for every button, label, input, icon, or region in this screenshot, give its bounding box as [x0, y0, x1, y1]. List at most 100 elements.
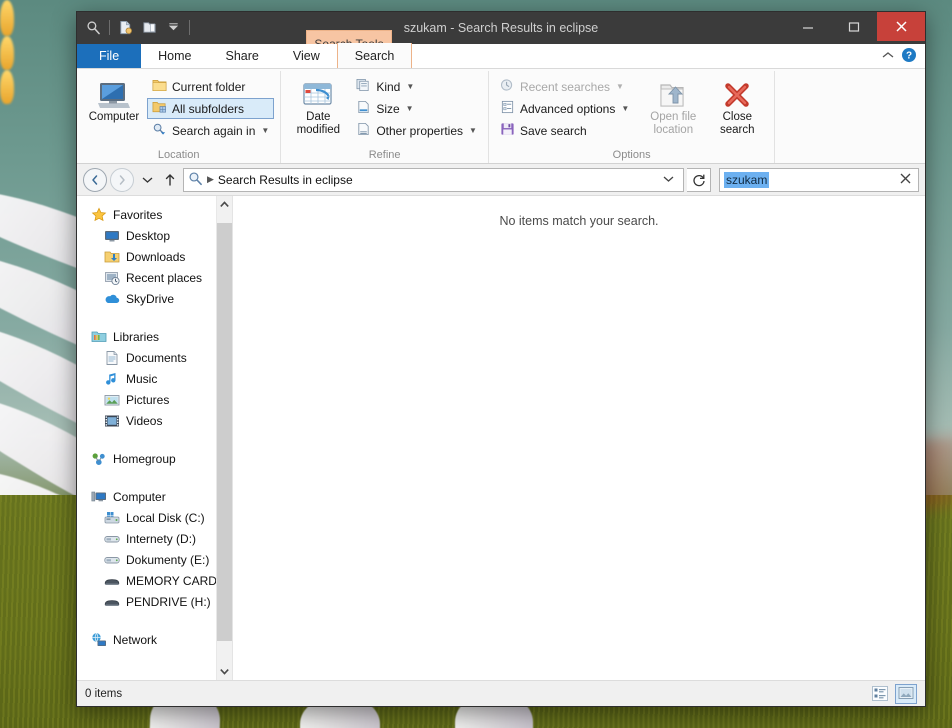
navigation-scrollbar[interactable] — [216, 196, 232, 680]
wallpaper-flame — [0, 36, 14, 70]
ribbon-group-refine: Date modified Kind ▼ Size ▼ Other proper… — [281, 71, 489, 163]
sidebar-item-pendrive-h[interactable]: PENDRIVE (H:) — [77, 591, 216, 612]
sidebar-item-desktop[interactable]: Desktop — [77, 225, 216, 246]
hdd-icon — [104, 552, 120, 568]
search-icon[interactable] — [83, 17, 104, 38]
breadcrumb[interactable]: Search Results in eclipse — [218, 173, 353, 187]
tab-search[interactable]: Search — [336, 43, 413, 68]
address-dropdown-icon[interactable] — [658, 175, 679, 185]
sidebar-item-music[interactable]: Music — [77, 368, 216, 389]
scrollbar-track[interactable] — [217, 213, 232, 663]
sidebar-item-skydrive[interactable]: SkyDrive — [77, 288, 216, 309]
sidebar-item-videos[interactable]: Videos — [77, 410, 216, 431]
current-folder-button[interactable]: Current folder — [147, 76, 274, 97]
nav-header-favorites[interactable]: Favorites — [77, 204, 216, 225]
file-list-area[interactable]: No items match your search. — [232, 196, 925, 680]
advanced-options-button[interactable]: Advanced options ▼ — [495, 98, 634, 119]
search-again-in-label: Search again in — [172, 123, 256, 138]
back-button[interactable] — [83, 167, 107, 192]
libraries-icon — [91, 329, 107, 345]
chevron-down-icon[interactable]: ▼ — [261, 126, 269, 135]
view-mode-buttons[interactable] — [869, 683, 917, 704]
tab-share[interactable]: Share — [209, 44, 276, 68]
size-button[interactable]: Size ▼ — [351, 98, 482, 119]
all-subfolders-button[interactable]: All subfolders — [147, 98, 275, 119]
sidebar-item-local-disk-c[interactable]: Local Disk (C:) — [77, 507, 216, 528]
sidebar-item-documents[interactable]: Documents — [77, 347, 216, 368]
details-view-button[interactable] — [869, 684, 891, 704]
scroll-down-icon[interactable] — [217, 663, 232, 680]
sidebar-item-internety-d[interactable]: Internety (D:) — [77, 528, 216, 549]
chevron-down-icon[interactable]: ▼ — [406, 82, 414, 91]
kind-button[interactable]: Kind ▼ — [351, 76, 482, 97]
advanced-options-icon — [500, 100, 515, 117]
downloads-icon — [104, 249, 120, 265]
recent-locations-button[interactable] — [137, 168, 157, 192]
save-search-button[interactable]: Save search — [495, 120, 634, 141]
tab-view[interactable]: View — [276, 44, 337, 68]
forward-button[interactable] — [110, 167, 134, 192]
new-folder-icon[interactable] — [139, 17, 160, 38]
computer-scope-button[interactable]: Computer — [83, 74, 145, 124]
recent-places-icon — [104, 270, 120, 286]
folder-icon — [152, 78, 167, 95]
collapse-ribbon-button[interactable] — [881, 49, 895, 63]
tab-file[interactable]: File — [77, 44, 142, 68]
window-body: Favorites Desktop Downloads Recent place… — [77, 196, 925, 680]
maximize-button[interactable] — [831, 12, 877, 41]
ribbon-tab-strip[interactable]: File Home Share View Search ? — [77, 43, 925, 69]
search-again-in-button[interactable]: Search again in ▼ — [147, 120, 274, 141]
nav-header-computer[interactable]: Computer — [77, 486, 216, 507]
help-icon[interactable]: ? — [901, 47, 917, 66]
chevron-down-icon[interactable]: ▼ — [469, 126, 477, 135]
nav-label: Computer — [113, 489, 166, 504]
breadcrumb-separator-icon: ▶ — [207, 174, 214, 184]
ribbon-tab-strip-actions[interactable]: ? — [881, 44, 925, 68]
open-file-location-button[interactable]: Open file location — [642, 74, 704, 137]
nav-header-homegroup[interactable]: Homegroup — [77, 448, 216, 469]
chevron-down-icon[interactable]: ▼ — [621, 104, 629, 113]
chevron-down-icon[interactable] — [163, 17, 184, 38]
star-icon — [91, 206, 107, 223]
nav-label: Music — [126, 371, 158, 386]
homegroup-icon — [91, 451, 107, 467]
chevron-down-icon[interactable]: ▼ — [616, 82, 624, 91]
search-box[interactable]: szukam — [719, 167, 919, 192]
title-bar[interactable]: szukam - Search Results in eclipse Searc… — [77, 12, 925, 57]
close-search-button[interactable]: Close search — [706, 74, 768, 137]
large-icons-view-button[interactable] — [895, 683, 917, 704]
nav-label: Dokumenty (E:) — [126, 552, 210, 567]
up-button[interactable] — [160, 168, 180, 192]
date-modified-button[interactable]: Date modified — [287, 74, 349, 137]
clear-search-icon[interactable] — [897, 173, 914, 187]
nav-header-libraries[interactable]: Libraries — [77, 326, 216, 347]
recent-searches-button[interactable]: Recent searches ▼ — [495, 76, 634, 97]
properties-icon[interactable] — [115, 17, 136, 38]
sidebar-item-downloads[interactable]: Downloads — [77, 246, 216, 267]
refresh-button[interactable] — [687, 167, 711, 192]
close-button[interactable] — [877, 12, 925, 41]
sidebar-item-memory-card[interactable]: MEMORY CARD — [77, 570, 216, 591]
search-input[interactable]: szukam — [724, 171, 770, 188]
address-bar-row: ▶ Search Results in eclipse szukam — [77, 164, 925, 196]
network-icon — [91, 632, 107, 648]
window-controls[interactable] — [785, 12, 925, 41]
sidebar-item-recent-places[interactable]: Recent places — [77, 267, 216, 288]
address-bar[interactable]: ▶ Search Results in eclipse — [183, 167, 684, 192]
other-properties-button[interactable]: Other properties ▼ — [351, 120, 482, 141]
quick-access-toolbar[interactable] — [83, 16, 192, 38]
size-icon — [356, 100, 371, 117]
ribbon-group-location: Computer Current folder All subfolders S… — [77, 71, 282, 163]
scrollbar-thumb[interactable] — [217, 223, 232, 641]
kind-label: Kind — [376, 79, 401, 94]
nav-label: Documents — [126, 350, 187, 365]
tab-home[interactable]: Home — [141, 44, 208, 68]
minimize-button[interactable] — [785, 12, 831, 41]
scroll-up-icon[interactable] — [217, 196, 232, 213]
chevron-down-icon[interactable]: ▼ — [406, 104, 414, 113]
nav-header-network[interactable]: Network — [77, 629, 216, 650]
sidebar-item-dokumenty-e[interactable]: Dokumenty (E:) — [77, 549, 216, 570]
sidebar-item-pictures[interactable]: Pictures — [77, 389, 216, 410]
